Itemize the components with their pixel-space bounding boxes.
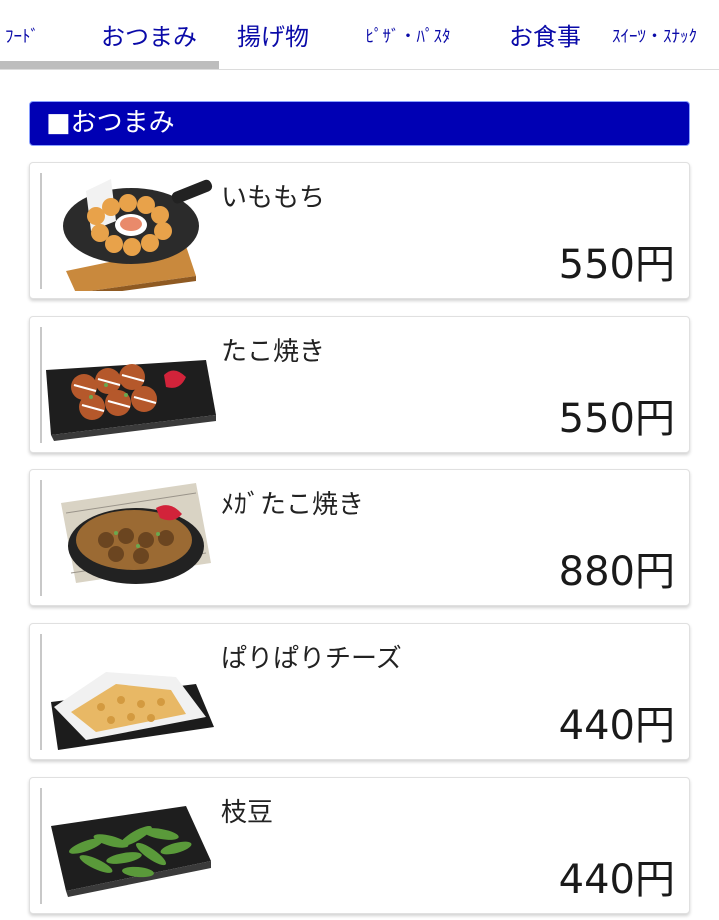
tab-otsumami[interactable]: おつまみ (90, 0, 208, 69)
item-name: 枝豆 (221, 798, 274, 828)
tab-food[interactable]: ﾌｰﾄﾞ (0, 0, 44, 69)
card-divider (40, 480, 42, 596)
edamame-photo (51, 806, 211, 897)
item-price: 550円 (558, 396, 675, 442)
imomochi-photo (63, 179, 213, 291)
active-tab-indicator (0, 61, 219, 69)
item-name: ﾒｶﾞたこ焼き (221, 490, 365, 520)
crispy-cheese-photo (51, 672, 214, 750)
tab-oshokuji[interactable]: お食事 (500, 0, 590, 69)
item-price: 880円 (558, 549, 675, 595)
card-divider (40, 173, 42, 289)
item-price: 550円 (558, 242, 675, 288)
item-name: たこ焼き (221, 337, 326, 367)
section-header: ■おつまみ (29, 101, 690, 146)
category-tab-bar: ﾌｰﾄﾞ おつまみ 揚げ物 ﾋﾟｻﾞ・ﾊﾟｽﾀ お食事 ｽｲｰﾂ・ｽﾅｯｸ (0, 0, 719, 70)
card-divider (40, 634, 42, 750)
menu-item-card[interactable]: ぱりぱりチーズ 440円 (29, 623, 690, 760)
menu-item-card[interactable]: たこ焼き 550円 (29, 316, 690, 453)
menu-item-card[interactable]: ﾒｶﾞたこ焼き 880円 (29, 469, 690, 606)
item-price: 440円 (558, 857, 675, 903)
takoyaki-photo (46, 360, 216, 441)
item-name: いももち (221, 183, 326, 213)
mega-takoyaki-photo (61, 483, 211, 584)
menu-item-card[interactable]: 枝豆 440円 (29, 777, 690, 914)
item-name: ぱりぱりチーズ (221, 644, 402, 674)
menu-item-card[interactable]: いももち 550円 (29, 162, 690, 299)
card-divider (40, 788, 42, 904)
tab-pizza-pasta[interactable]: ﾋﾟｻﾞ・ﾊﾟｽﾀ (340, 0, 476, 69)
tab-agemono[interactable]: 揚げ物 (228, 0, 318, 69)
tab-sweets-snack[interactable]: ｽｲｰﾂ・ｽﾅｯｸ (612, 0, 719, 69)
item-price: 440円 (558, 703, 675, 749)
card-divider (40, 327, 42, 443)
